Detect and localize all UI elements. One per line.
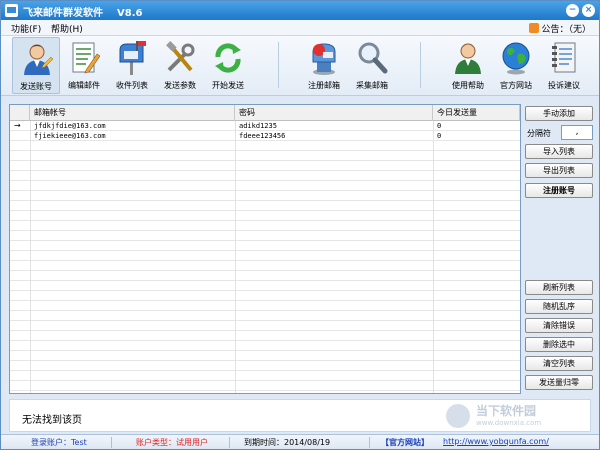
manual-add-button[interactable]: 手动添加 [525,106,593,121]
minimize-button[interactable]: − [566,4,579,17]
window-title: 飞来邮件群发软件 V8.6 [23,4,142,19]
current-row-indicator: → [14,121,21,130]
column-header-email[interactable]: 邮箱帐号 [30,105,235,121]
grid-column-line [235,121,236,393]
grid-header-marker [10,105,30,121]
column-header-password[interactable]: 密码 [235,105,433,121]
toolbar-separator [278,42,279,88]
magnifier-icon [358,42,388,74]
help-user-icon [455,43,481,74]
status-site-label: 【官方网站】 [381,438,429,447]
cell-send-count: 0 [437,122,442,130]
watermark: 当下软件园 www.downxia.com [446,402,586,431]
menu-help[interactable]: 帮助(H) [51,22,83,35]
toolbar-label: 开始发送 [212,81,244,90]
delete-selected-button[interactable]: 删除选中 [525,337,593,352]
import-list-button[interactable]: 导入列表 [525,144,593,159]
cell-password: adikd1235 [239,122,277,130]
edit-document-icon [72,42,100,74]
register-account-button[interactable]: 注册账号 [525,183,593,198]
column-header-send-count[interactable]: 今日发送量 [433,105,520,121]
status-account-type: 账户类型：试用用户 [136,438,208,447]
announcement[interactable]: 公告：（无） [529,22,591,35]
announcement-text: 公告：（无） [541,25,591,35]
toolbar-label: 投诉建议 [548,81,580,90]
toolbar-label: 采集邮箱 [356,81,388,90]
cell-password: fdeee123456 [239,132,286,140]
watermark-logo-icon [446,404,470,428]
refresh-icon [215,43,241,73]
toolbar-help-button[interactable]: 使用帮助 [444,37,492,94]
app-window: 飞来邮件群发软件 V8.6 − × 功能(F) 帮助(H) 公告：（无） 发送账号 [0,0,600,450]
table-row[interactable]: → jfdkjfdie@163.com adikd1235 0 [10,121,520,131]
grid-body[interactable]: → jfdkjfdie@163.com adikd1235 0 fjiekiee… [10,121,520,393]
grid-column-line [30,121,31,393]
app-version: V8.6 [117,8,143,19]
mailbox-register-icon [312,43,336,75]
tools-icon [166,41,195,72]
cell-email: fjiekieee@163.com [34,132,106,140]
grid-column-line [433,121,434,393]
account-grid[interactable]: 邮箱帐号 密码 今日发送量 → jfdkjfdie@163.com adikd1… [9,104,521,394]
toolbar: 发送账号 编辑邮件 收件列表 发送参数 开始发送 注册邮箱 采集邮箱 使用帮助 … [1,36,599,96]
refresh-list-button[interactable]: 刷新列表 [525,280,593,295]
toolbar-website-button[interactable]: 官方网站 [492,37,540,94]
app-name: 飞来邮件群发软件 [23,8,103,19]
title-bar: 飞来邮件群发软件 V8.6 − × [1,1,599,20]
table-row[interactable]: fjiekieee@163.com fdeee123456 0 [10,131,520,141]
reset-count-button[interactable]: 发送量归零 [525,375,593,390]
toolbar-label: 发送账号 [20,82,52,91]
status-site-link[interactable]: http://www.yobqunfa.com/ [443,437,549,446]
status-bar: 登录账户：Test 账户类型：试用用户 到期时间：2014/08/19 【官方网… [1,434,599,449]
close-button[interactable]: × [582,4,595,17]
cell-email: jfdkjfdie@163.com [34,122,106,130]
menu-function[interactable]: 功能(F) [11,22,41,35]
toolbar-recipient-list-button[interactable]: 收件列表 [108,37,156,94]
notebook-icon [552,42,576,73]
message-panel: 无法找到该页 当下软件园 www.downxia.com [9,399,591,432]
toolbar-feedback-button[interactable]: 投诉建议 [540,37,588,94]
export-list-button[interactable]: 导出列表 [525,163,593,178]
toolbar-edit-mail-button[interactable]: 编辑邮件 [60,37,108,94]
separator-input[interactable]: , [561,125,593,140]
menu-bar: 功能(F) 帮助(H) 公告：（无） [1,20,599,36]
status-separator [369,437,370,448]
toolbar-send-account-button[interactable]: 发送账号 [12,37,60,94]
message-text: 无法找到该页 [22,415,82,426]
watermark-url: www.downxia.com [476,419,542,427]
shuffle-button[interactable]: 随机乱序 [525,299,593,314]
clear-errors-button[interactable]: 清除错误 [525,318,593,333]
grid-header: 邮箱帐号 密码 今日发送量 [10,105,520,121]
toolbar-register-mailbox-button[interactable]: 注册邮箱 [300,37,348,94]
toolbar-start-send-button[interactable]: 开始发送 [204,37,252,94]
status-separator [229,437,230,448]
toolbar-send-settings-button[interactable]: 发送参数 [156,37,204,94]
clear-list-button[interactable]: 清空列表 [525,356,593,371]
status-separator [111,437,112,448]
mailbox-icon [119,41,146,75]
rss-icon [529,23,540,33]
user-icon [24,44,53,75]
cell-send-count: 0 [437,132,442,140]
toolbar-collect-mailbox-button[interactable]: 采集邮箱 [348,37,396,94]
watermark-text: 当下软件园 [476,404,537,418]
separator-label: 分隔符 [527,129,551,138]
status-login: 登录账户：Test [31,438,87,447]
app-icon [5,4,18,17]
status-expiry: 到期时间：2014/08/19 [244,438,331,447]
globe-icon [502,42,530,75]
toolbar-separator [420,42,421,88]
